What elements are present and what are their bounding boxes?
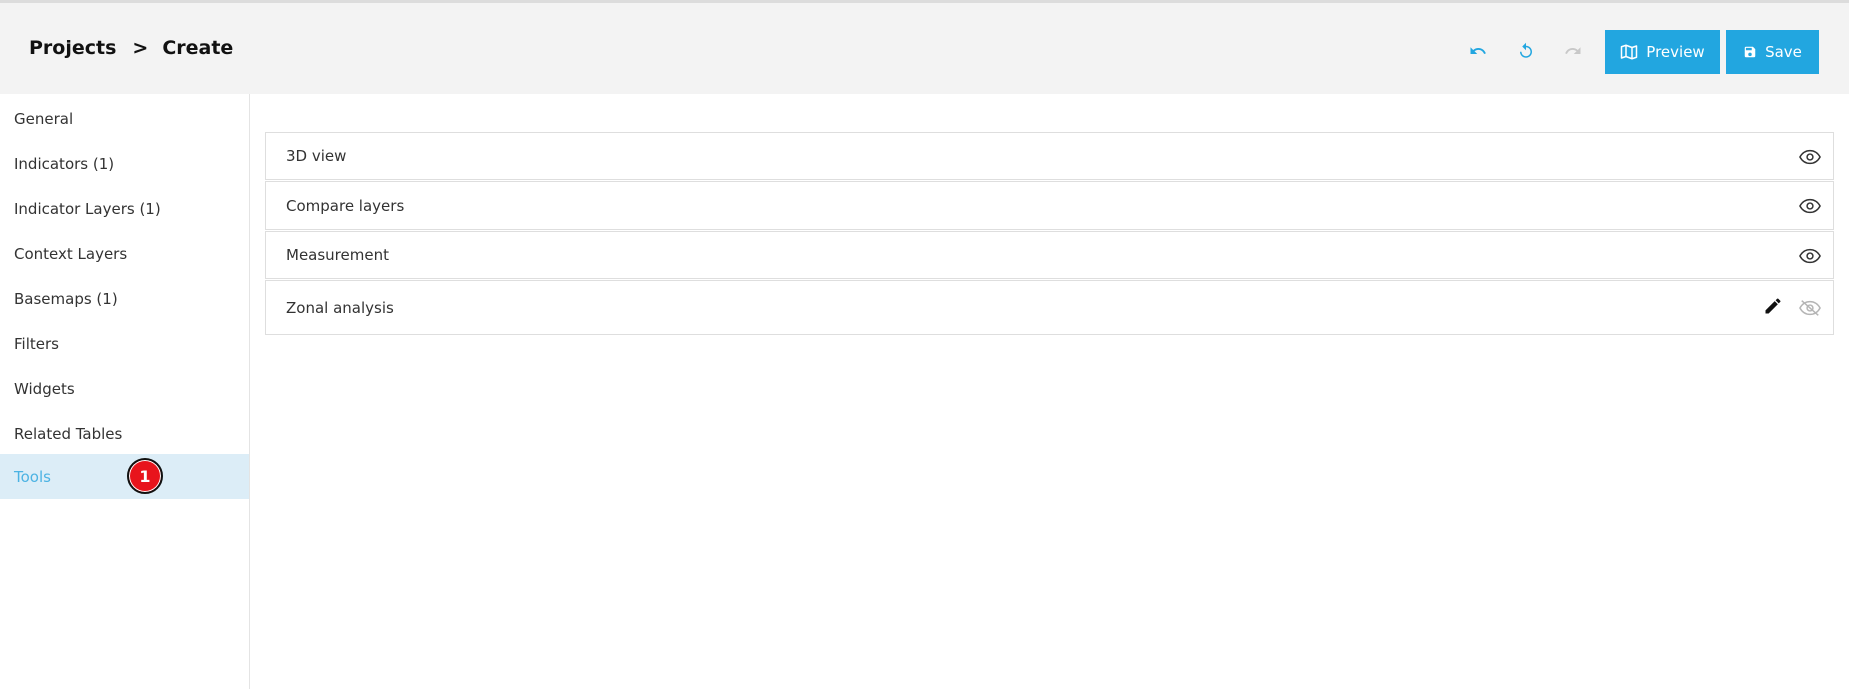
sidebar-item-widgets[interactable]: Widgets: [0, 366, 249, 411]
eye-icon[interactable]: [1797, 144, 1823, 170]
sidebar-item-basemaps[interactable]: Basemaps (1): [0, 276, 249, 321]
tool-row-3d-view: 3D view: [265, 132, 1834, 180]
sidebar: General Indicators (1) Indicator Layers …: [0, 94, 250, 689]
sidebar-item-label: Widgets: [14, 379, 75, 398]
sidebar-item-label: General: [14, 109, 74, 128]
sidebar-item-label: Indicators (1): [14, 154, 115, 173]
eye-icon[interactable]: [1797, 243, 1823, 269]
eye-off-icon[interactable]: [1797, 295, 1823, 321]
tool-row-measurement: Measurement: [265, 231, 1834, 279]
tool-label: 3D view: [286, 147, 347, 165]
breadcrumb-separator: >: [132, 37, 149, 59]
preview-button[interactable]: Preview: [1605, 30, 1720, 74]
sidebar-item-general[interactable]: General: [0, 96, 249, 141]
sidebar-item-label: Related Tables: [14, 424, 123, 443]
pencil-icon[interactable]: [1760, 293, 1786, 319]
sidebar-item-tools[interactable]: Tools 1: [0, 454, 249, 499]
sidebar-item-label: Indicator Layers (1): [14, 199, 161, 218]
sidebar-item-related-tables[interactable]: Related Tables: [0, 411, 249, 456]
eye-icon[interactable]: [1797, 193, 1823, 219]
sidebar-item-indicator-layers[interactable]: Indicator Layers (1): [0, 186, 249, 231]
sidebar-item-indicators[interactable]: Indicators (1): [0, 141, 249, 186]
floppy-icon: [1743, 45, 1757, 59]
sidebar-item-label: Tools: [14, 467, 51, 486]
sidebar-item-label: Filters: [14, 334, 59, 353]
tools-list: 3D view Compare layers Measurement Zonal…: [265, 132, 1834, 336]
reset-icon[interactable]: [1514, 39, 1538, 63]
save-label: Save: [1765, 43, 1802, 61]
tool-label: Compare layers: [286, 196, 405, 215]
sidebar-item-label: Context Layers: [14, 244, 128, 263]
breadcrumb-projects[interactable]: Projects: [29, 37, 116, 59]
page-header: Projects > Create Preview Save: [0, 3, 1849, 94]
step-badge: 1: [127, 458, 163, 494]
undo-icon[interactable]: [1466, 39, 1490, 63]
preview-label: Preview: [1646, 43, 1705, 61]
save-button[interactable]: Save: [1726, 30, 1819, 74]
sidebar-item-label: Basemaps (1): [14, 289, 118, 308]
map-icon: [1620, 44, 1638, 60]
sidebar-item-context-layers[interactable]: Context Layers: [0, 231, 249, 276]
redo-icon[interactable]: [1561, 39, 1585, 63]
tool-row-compare-layers: Compare layers: [265, 181, 1834, 230]
tool-row-zonal-analysis: Zonal analysis: [265, 280, 1834, 335]
breadcrumb-current: Create: [162, 37, 234, 59]
sidebar-item-filters[interactable]: Filters: [0, 321, 249, 366]
tool-label: Zonal analysis: [286, 298, 394, 317]
tool-label: Measurement: [286, 246, 389, 264]
breadcrumb: Projects > Create: [29, 37, 233, 59]
